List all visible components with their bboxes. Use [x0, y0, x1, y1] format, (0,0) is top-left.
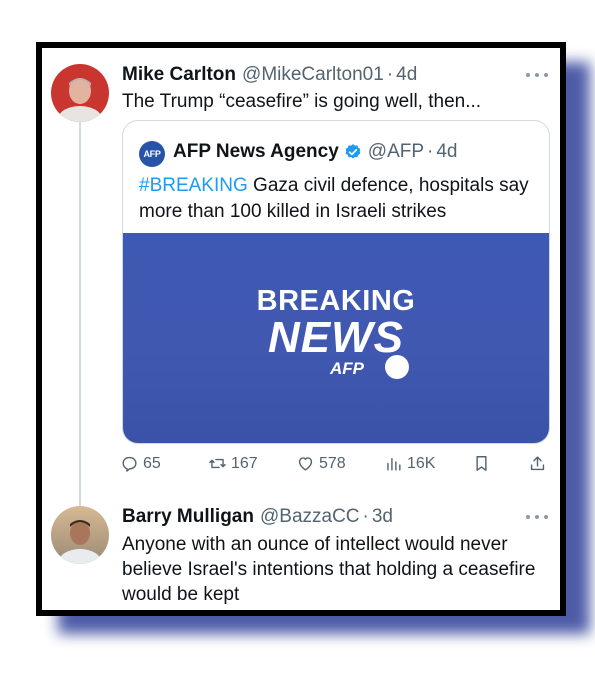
like-icon — [298, 457, 313, 471]
bookmark-button[interactable] — [472, 454, 495, 473]
breaking-news-image[interactable]: BREAKING NEWS AFP — [123, 233, 549, 443]
retweet-button[interactable]: 167 — [208, 454, 258, 473]
afp-logo-dot — [385, 355, 409, 379]
views-button[interactable]: 16K — [384, 454, 435, 473]
retweet-count: 167 — [231, 454, 258, 472]
views-icon — [387, 458, 401, 471]
share-button[interactable] — [528, 454, 551, 473]
tweet-timestamp[interactable]: 4d — [396, 64, 417, 86]
thread-connector-line — [79, 120, 81, 512]
reply-icon — [122, 456, 137, 472]
quoted-tweet[interactable]: AFP AFP News Agency @AFP · 4d #BREAKING … — [122, 120, 550, 444]
author-name[interactable]: Mike Carlton — [122, 64, 236, 86]
reply-button[interactable]: 65 — [120, 454, 161, 473]
like-count: 578 — [319, 454, 346, 472]
like-button[interactable]: 578 — [296, 454, 346, 473]
tweet-timestamp[interactable]: 3d — [372, 506, 393, 528]
afp-avatar[interactable]: AFP — [139, 141, 165, 167]
quoted-author-name[interactable]: AFP News Agency — [173, 141, 339, 163]
tweet1-header: Mike Carlton @MikeCarlton01 · 4d — [122, 64, 417, 86]
afp-brand-text: AFP — [330, 359, 364, 378]
views-count: 16K — [407, 454, 436, 472]
author-handle[interactable]: @BazzaCC — [260, 506, 360, 528]
separator-dot: · — [427, 141, 434, 162]
quoted-tweet-text: #BREAKING Gaza civil defence, hospitals … — [139, 173, 535, 225]
verified-icon — [344, 143, 362, 161]
author-name[interactable]: Barry Mulligan — [122, 506, 254, 528]
separator-dot: · — [362, 506, 369, 527]
news-text: NEWS — [268, 313, 404, 362]
avatar-mike-carlton[interactable] — [51, 64, 109, 122]
tweet-action-bar: 65 167 578 16K — [120, 454, 550, 478]
retweet-icon — [209, 458, 226, 469]
reply-count: 65 — [143, 454, 161, 472]
more-icon[interactable] — [526, 515, 548, 521]
hashtag-link[interactable]: #BREAKING — [139, 175, 248, 196]
tweet-text: Anyone with an ounce of intellect would … — [122, 534, 536, 605]
quoted-timestamp[interactable]: 4d — [436, 141, 457, 163]
avatar-barry-mulligan[interactable] — [51, 506, 109, 564]
tweet-text: The Trump “ceasefire” is going well, the… — [122, 91, 482, 112]
tweet2-header: Barry Mulligan @BazzaCC · 3d — [122, 506, 393, 528]
tweet-thread-card: Mike Carlton @MikeCarlton01 · 4d The Tru… — [42, 48, 560, 610]
quoted-tweet-header: AFP News Agency @AFP · 4d — [173, 141, 458, 163]
more-icon[interactable] — [526, 73, 548, 79]
quoted-author-handle[interactable]: @AFP — [368, 141, 424, 163]
share-icon — [530, 456, 545, 471]
separator-dot: · — [386, 64, 394, 85]
author-handle[interactable]: @MikeCarlton01 — [242, 64, 384, 86]
bookmark-icon — [476, 456, 487, 471]
